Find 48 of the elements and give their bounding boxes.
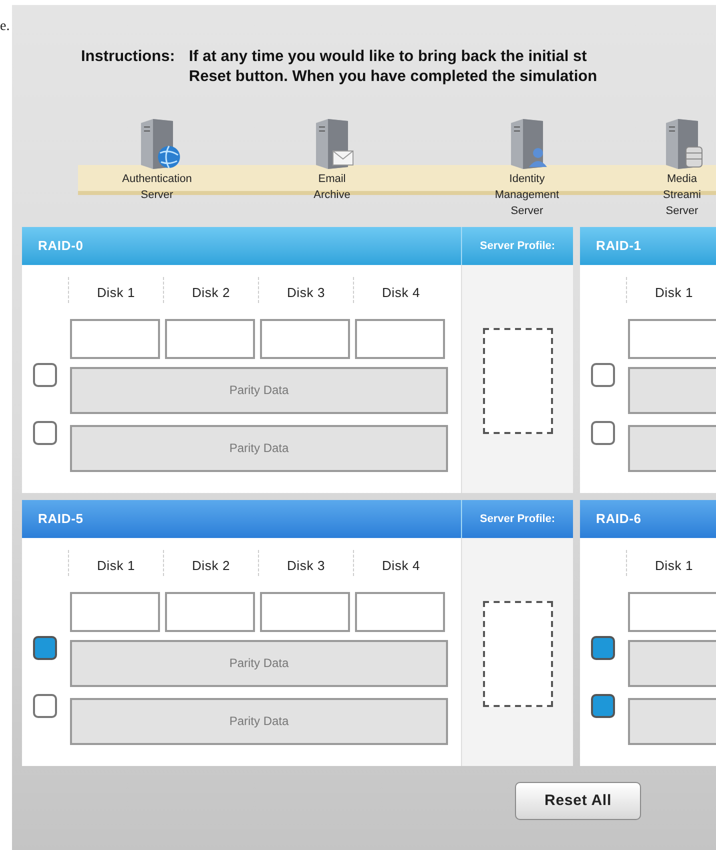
- checkbox[interactable]: [33, 636, 57, 660]
- disk-label: Disk 3: [286, 557, 326, 575]
- page-text-fragment: e.: [0, 19, 10, 34]
- disk-label: Disk 2: [192, 284, 230, 302]
- disk-label: Disk 1: [654, 557, 694, 575]
- server-label: Identity Management Server: [494, 172, 560, 219]
- server-profile-drop-zone[interactable]: [482, 601, 552, 707]
- panel-title: RAID-5: [38, 510, 84, 528]
- checkbox[interactable]: [591, 694, 615, 718]
- server-label: Media Streami Server: [663, 172, 701, 219]
- disk-slot[interactable]: [628, 318, 716, 358]
- server-profile-label: Server Profile:: [480, 238, 556, 254]
- disk-slot[interactable]: [165, 318, 255, 358]
- disk-slot[interactable]: [628, 592, 716, 632]
- parity-data-slot[interactable]: Parity Data: [70, 424, 448, 472]
- disk-slot[interactable]: [70, 318, 160, 358]
- disk-label: Disk 3: [286, 284, 326, 302]
- disk-label: Disk 1: [96, 284, 136, 302]
- checkbox[interactable]: [591, 421, 615, 445]
- checkbox[interactable]: [591, 636, 615, 660]
- panel-title: RAID-6: [596, 510, 642, 528]
- parity-data-slot[interactable]: Parity Data: [70, 640, 448, 686]
- server-profile-drop-zone[interactable]: [482, 328, 552, 434]
- checkbox[interactable]: [33, 363, 57, 387]
- panel-title: RAID-0: [38, 237, 84, 256]
- disk-label: Disk 4: [382, 557, 420, 575]
- disk-slot[interactable]: [260, 592, 350, 632]
- disk-slot[interactable]: [70, 592, 160, 632]
- disk-slot[interactable]: [355, 592, 445, 632]
- checkbox[interactable]: [591, 363, 615, 387]
- disk-label: Disk 2: [192, 557, 230, 575]
- disk-slot[interactable]: [165, 592, 255, 632]
- disk-label: Disk 1: [654, 284, 694, 302]
- instructions-label: Instructions:: [81, 47, 175, 67]
- disk-slot[interactable]: [260, 318, 350, 358]
- panel-title: RAID-1: [596, 237, 642, 256]
- disk-slot[interactable]: [355, 318, 445, 358]
- server-label: Email Archive: [314, 172, 350, 203]
- disk-label: Disk 4: [382, 284, 420, 302]
- parity-data-slot[interactable]: Parity Data: [70, 698, 448, 744]
- server-profile-label: Server Profile:: [480, 512, 556, 527]
- checkbox[interactable]: [33, 694, 57, 718]
- parity-data-slot[interactable]: Parity Data: [70, 366, 448, 414]
- instructions-text: If at any time you would like to bring back the initial st Reset button. When you have completed the simulation: [188, 47, 598, 87]
- server-label: Authentication Server: [122, 172, 192, 203]
- reset-all-button[interactable]: Reset All: [515, 782, 641, 820]
- checkbox[interactable]: [33, 421, 57, 445]
- disk-label: Disk 1: [96, 557, 136, 575]
